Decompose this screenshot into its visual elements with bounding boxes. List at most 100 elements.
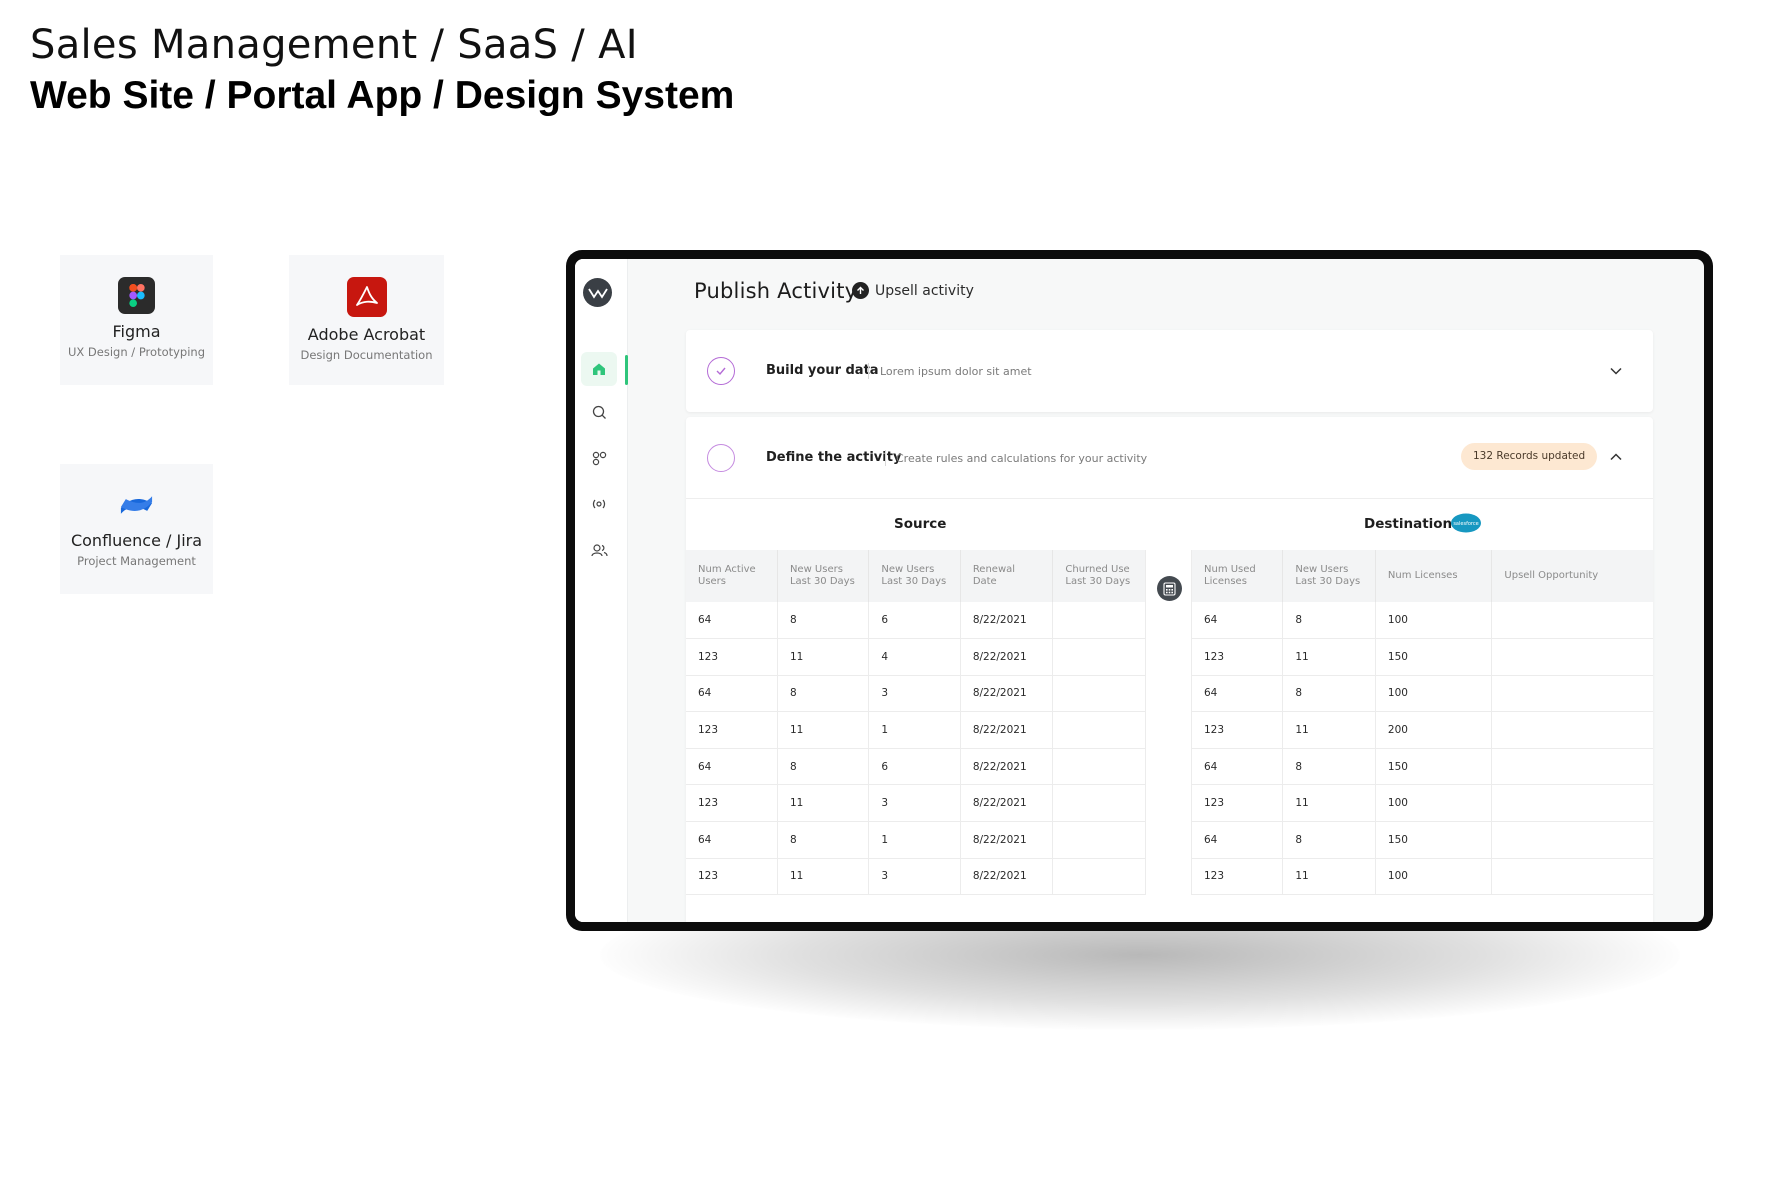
table-row[interactable]: 123 11 100 — [1191, 858, 1653, 896]
source-table: Num Active Users New Users Last 30 Days New … — [686, 550, 1146, 896]
search-icon — [592, 405, 606, 419]
table-cell: 8 — [1282, 748, 1376, 786]
table-cell: 100 — [1375, 784, 1493, 823]
table-cell — [1052, 638, 1146, 676]
table-cell: 100 — [1375, 675, 1493, 713]
nav-search[interactable] — [581, 395, 617, 429]
tool-name: Adobe Acrobat — [307, 325, 426, 344]
chevron-down-icon[interactable] — [1609, 364, 1623, 378]
nav-apps[interactable] — [581, 441, 617, 475]
app-logo[interactable] — [583, 278, 612, 307]
users-icon — [590, 544, 608, 557]
column-header-text: Last 30 Days — [1295, 576, 1361, 587]
destination-heading: Destination — [1364, 516, 1453, 532]
step-desc: Create rules and calculations for your a… — [896, 452, 1148, 465]
table-cell: 64 — [1191, 821, 1284, 859]
table-row[interactable]: 123 11 200 — [1191, 711, 1653, 749]
table-cell: 123 — [686, 711, 778, 749]
acrobat-icon — [346, 277, 387, 317]
column-header-text: Churned Use — [1065, 564, 1130, 575]
table-cell — [1491, 675, 1653, 713]
table-row[interactable]: 123 11 3 8/22/2021 — [686, 858, 1146, 896]
table-cell: 150 — [1375, 638, 1493, 676]
column-header[interactable]: New Users Last 30 Days — [868, 550, 961, 602]
nav-broadcast[interactable] — [581, 487, 617, 521]
column-header[interactable]: Num Used Licenses — [1191, 550, 1284, 602]
broadcast-icon — [592, 499, 606, 509]
table-row[interactable]: 123 11 4 8/22/2021 — [686, 638, 1146, 676]
table-row[interactable]: 64 8 100 — [1191, 675, 1653, 713]
column-header[interactable]: Churned Use Last 30 Days — [1052, 550, 1146, 602]
table-cell: 8 — [1282, 602, 1376, 640]
table-cell: 123 — [1191, 638, 1284, 676]
column-header[interactable]: Renewal Date — [960, 550, 1054, 602]
table-cell: 6 — [868, 748, 961, 786]
table-row[interactable]: 64 8 150 — [1191, 821, 1653, 859]
table-cell: 8 — [1282, 675, 1376, 713]
calculator-icon — [1163, 581, 1176, 596]
table-cell — [1052, 748, 1146, 786]
calculator-button[interactable] — [1157, 576, 1182, 601]
table-cell: 8/22/2021 — [960, 711, 1054, 749]
tool-name: Figma — [112, 322, 161, 341]
table-cell: 11 — [777, 858, 870, 896]
table-row[interactable]: 64 8 3 8/22/2021 — [686, 675, 1146, 713]
table-row[interactable]: 123 11 1 8/22/2021 — [686, 711, 1146, 749]
table-cell: 3 — [868, 784, 961, 823]
table-cell — [1052, 602, 1146, 640]
nav-active-indicator — [625, 355, 628, 385]
table-row[interactable]: 123 11 3 8/22/2021 — [686, 784, 1146, 823]
table-cell: 64 — [686, 675, 778, 713]
destination-table: Num Used Licenses New Users Last 30 Days Num… — [1191, 550, 1653, 896]
table-cell: 11 — [1282, 711, 1376, 749]
table-cell: 100 — [1375, 602, 1493, 640]
table-row[interactable]: 123 11 150 — [1191, 638, 1653, 676]
chevron-up-icon[interactable] — [1609, 450, 1623, 464]
table-row[interactable]: 64 8 6 8/22/2021 — [686, 748, 1146, 786]
column-header[interactable]: New Users Last 30 Days — [777, 550, 870, 602]
tool-name: Confluence / Jira — [70, 531, 203, 550]
column-header[interactable]: Num Licenses — [1375, 550, 1493, 602]
column-header-text: Users — [698, 576, 727, 587]
check-icon — [707, 357, 735, 385]
table-cell: 11 — [1282, 858, 1376, 896]
table-cell: 11 — [777, 638, 870, 676]
nav-users[interactable] — [581, 533, 617, 567]
column-header[interactable]: Upsell Opportunity — [1491, 550, 1653, 602]
device-frame: Publish Activity Upsell activity Build y… — [566, 250, 1713, 931]
step-define-activity: Define the activity Create rules and cal… — [686, 417, 1653, 922]
table-cell: 8 — [777, 821, 870, 859]
table-cell: 8 — [777, 748, 870, 786]
table-row[interactable]: 64 8 1 8/22/2021 — [686, 821, 1146, 859]
divider — [686, 498, 1653, 499]
table-cell — [1491, 821, 1653, 859]
column-header-text: Licenses — [1204, 576, 1247, 587]
step-build-data[interactable]: Build your data Lorem ipsum dolor sit am… — [686, 330, 1653, 412]
table-cell: 8/22/2021 — [960, 675, 1054, 713]
table-row[interactable]: 123 11 100 — [1191, 784, 1653, 823]
tool-card-confluence: Confluence / Jira Project Management — [60, 464, 213, 594]
table-cell: 1 — [868, 821, 961, 859]
table-cell: 1 — [868, 711, 961, 749]
table-cell: 123 — [1191, 784, 1284, 823]
table-row[interactable]: 64 8 6 8/22/2021 — [686, 602, 1146, 640]
home-icon — [593, 363, 605, 375]
apps-icon — [592, 451, 606, 465]
table-cell: 64 — [1191, 748, 1284, 786]
step-title: Define the activity — [766, 450, 902, 465]
table-row[interactable]: 64 8 100 — [1191, 602, 1653, 640]
column-header[interactable]: Num Active Users — [686, 550, 778, 602]
table-cell: 123 — [686, 784, 778, 823]
column-header-text: New Users — [1295, 564, 1349, 575]
table-row[interactable]: 64 8 150 — [1191, 748, 1653, 786]
table-cell: 123 — [1191, 711, 1284, 749]
column-header-text: Renewal Date — [972, 564, 1016, 587]
breadcrumb[interactable]: Upsell activity — [852, 282, 974, 299]
column-header[interactable]: New Users Last 30 Days — [1282, 550, 1376, 602]
table-cell: 64 — [686, 748, 778, 786]
column-header-text: Upsell Opportunity — [1504, 570, 1599, 581]
header-subtitle: Sales Management / SaaS / AI — [30, 22, 638, 68]
nav-home[interactable] — [581, 352, 617, 386]
column-header-text: New Users — [789, 564, 843, 575]
table-cell — [1491, 711, 1653, 749]
